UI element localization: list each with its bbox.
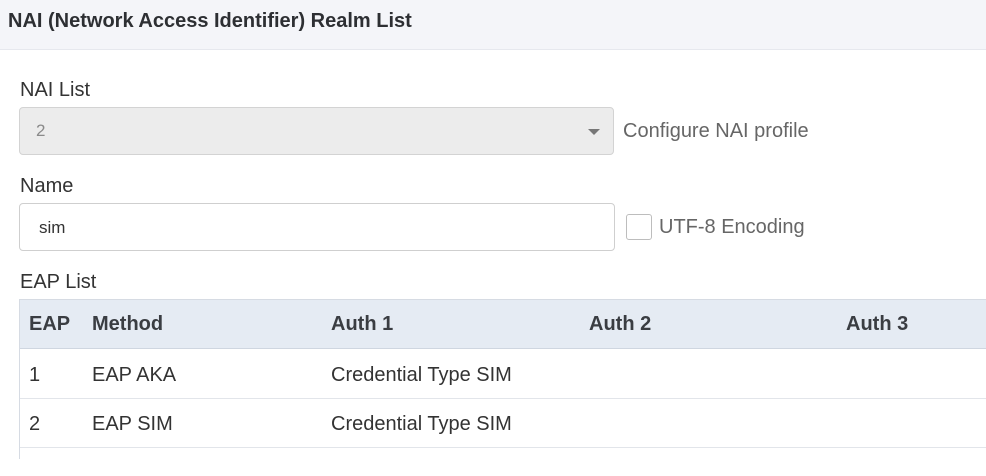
nai-list-label: NAI List [20, 79, 91, 101]
column-header-auth2[interactable]: Auth 2 [589, 313, 651, 336]
table-row[interactable]: 1 EAP AKA Credential Type SIM [20, 350, 986, 399]
column-header-method[interactable]: Method [92, 313, 163, 336]
name-input-value: sim [39, 218, 66, 237]
cell-method: EAP SIM [92, 413, 173, 435]
name-input[interactable]: sim [19, 203, 615, 251]
section-header: NAI (Network Access Identifier) Realm Li… [0, 0, 986, 50]
utf8-encoding-checkbox[interactable] [626, 214, 652, 240]
section-title: NAI (Network Access Identifier) Realm Li… [8, 10, 412, 32]
name-label: Name [20, 175, 74, 197]
cell-auth1: Credential Type SIM [331, 413, 512, 435]
column-header-auth1[interactable]: Auth 1 [331, 313, 393, 336]
utf8-encoding-label[interactable]: UTF-8 Encoding [659, 216, 805, 239]
column-header-auth3[interactable]: Auth 3 [846, 313, 908, 336]
nai-list-select[interactable]: 2 [19, 107, 614, 155]
cell-auth1: Credential Type SIM [331, 364, 512, 386]
cell-method: EAP AKA [92, 364, 177, 386]
configure-nai-profile-link[interactable]: Configure NAI profile [623, 120, 809, 143]
nai-list-selected-value: 2 [36, 121, 46, 140]
table-header-row: EAP Method Auth 1 Auth 2 Auth 3 [20, 300, 986, 349]
cell-eap: 2 [29, 413, 41, 435]
eap-list-label: EAP List [20, 271, 97, 293]
caret-down-icon [588, 129, 600, 135]
eap-list-table: EAP Method Auth 1 Auth 2 Auth 3 1 EAP AK… [19, 299, 986, 459]
table-row[interactable]: 2 EAP SIM Credential Type SIM [20, 399, 986, 448]
column-header-eap[interactable]: EAP [29, 313, 70, 336]
cell-eap: 1 [29, 364, 41, 386]
